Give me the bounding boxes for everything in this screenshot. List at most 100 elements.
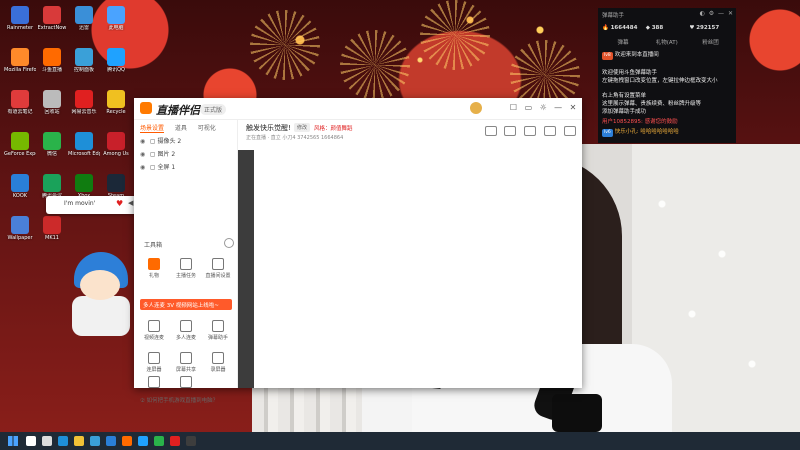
app-logo-icon [140,102,152,114]
desktop-icon[interactable]: GeForce Experience [4,130,36,168]
desktop-icon[interactable]: 此电脑 [100,4,132,42]
desktop-icon[interactable]: 回收站 [36,88,68,126]
tool-video-link[interactable]: 视频连麦 [140,320,168,341]
tab-props[interactable]: 道具 [175,123,187,132]
windows-start-icon[interactable] [8,436,18,446]
share-out-icon[interactable] [564,126,576,136]
tool-screen-share[interactable]: 屏幕共享 [172,352,200,373]
tool-multi-link[interactable]: 多人连麦 [172,320,200,341]
theme-icon[interactable]: ◐ [700,10,705,17]
danmu-message: 欢迎使用斗鱼弹幕助手 [602,70,658,76]
desktop-icon[interactable]: Recycle [100,88,132,126]
firework-decoration [250,10,320,80]
minimize-icon[interactable]: — [718,10,724,17]
taskbar-task-view-icon[interactable] [42,436,52,446]
eye-icon[interactable]: ◉ [140,138,148,145]
taskbar-search-icon[interactable] [26,436,36,446]
window-controls: ☐ ▭ ☼ — ✕ [507,103,579,113]
toolbox-title: 工具箱 [144,242,163,249]
tool-recorder[interactable]: 录屏器 [204,352,232,373]
taskbar-douyu-icon[interactable] [122,436,132,446]
toolbox-settings-icon[interactable] [224,238,234,248]
taskbar-obs-icon[interactable] [186,436,196,446]
window-control-icon[interactable]: ▭ [523,103,533,112]
desktop-icon[interactable]: 有道云笔记 [4,88,36,126]
app-icon [107,48,125,66]
taskbar-explorer-icon[interactable] [74,436,84,446]
desktop-icon[interactable]: Among Us [100,130,132,168]
rank-value: ◆ 388 [645,25,664,31]
minimize-icon[interactable]: — [553,103,563,112]
tab-fans[interactable]: 粉丝团 [690,38,732,46]
share-icon[interactable] [484,126,497,136]
taskbar-wechat-icon[interactable] [154,436,164,446]
desktop-icon[interactable]: 斗鱼直播 [36,46,68,84]
desktop-icon[interactable]: 微信 [36,130,68,168]
multi-link-icon [180,320,192,332]
version-badge[interactable]: 正式版 [200,104,227,115]
desktop-icon[interactable]: ExtractNow [36,4,68,42]
tool-gift[interactable]: 礼物 [140,258,168,279]
user-avatar[interactable] [470,102,482,114]
danmu-controls: ◐ ⚙ — ✕ [698,10,733,17]
desktop-icon[interactable]: 控制面板 [68,46,100,84]
desktop-icon[interactable]: KOOK [4,172,36,210]
game-icon [180,376,192,388]
app-icon [107,90,125,108]
tool-music[interactable] [140,376,168,388]
tab-danmu[interactable]: 弹幕 [602,38,644,46]
close-icon[interactable]: ✕ [568,103,578,112]
tool-room-settings[interactable]: 直播间设置 [204,258,232,279]
desktop-icon[interactable]: 网易云音乐 [68,88,100,126]
desktop-icon[interactable]: 迅雷 [68,4,100,42]
hot-value: 🔥 1664484 [602,25,638,31]
scene-item[interactable]: ◉ ▢ 全屏 1 [140,162,234,174]
desktop-icon[interactable]: MK11 [36,214,68,252]
heart-icon[interactable]: ♥ [116,199,123,208]
firework-decoration [420,0,490,70]
tool-screen-link[interactable]: 连屏器 [140,352,168,373]
taskbar-edge-icon[interactable] [58,436,68,446]
desktop-icon[interactable]: Wallpaper [4,214,36,252]
lock-icon[interactable] [504,126,517,136]
help-question-link[interactable]: ② 如何把手机游戏直播到电脑？ [140,396,218,404]
eye-icon[interactable]: ◉ [140,151,148,158]
edit-title-button[interactable]: 修改 [294,123,311,132]
tool-danmu-helper[interactable]: 弹幕助手 [204,320,232,341]
app-icon [43,6,61,24]
desktop-icon-label: 有道云笔记 [7,109,33,115]
app-icon [107,6,125,24]
promo-banner[interactable]: 多人连麦 3V 视频网站上线啦~ [140,299,232,310]
taskbar-mail-icon[interactable] [106,436,116,446]
tab-visual[interactable]: 可视化 [198,123,216,132]
desktop-icon[interactable]: Mozilla Firefox [4,46,36,84]
gear-icon[interactable] [544,126,557,136]
taskbar-store-icon[interactable] [90,436,100,446]
scene-item[interactable]: ◉ ▢ 图片 2 [140,149,234,161]
scene-label: 全屏 1 [157,164,176,171]
eye-icon[interactable]: ◉ [140,164,148,171]
tab-scene-settings[interactable]: 场景设置 [140,123,165,133]
live-category-tag[interactable]: 风格：颜值舞蹈 [314,124,353,132]
scene-item[interactable]: ◉ ▢ 摄像头 2 [140,136,234,148]
main-toolbar [480,126,576,139]
desktop-icon[interactable]: Rainmeter [4,4,36,42]
danmu-tabs: 弹幕 礼物(AT) 粉丝团 [602,38,732,46]
taskbar-qq-icon[interactable] [138,436,148,446]
window-control-icon[interactable]: ☐ [509,103,519,112]
gear-icon[interactable]: ⚙ [709,10,714,17]
desktop-icon[interactable]: 腾讯QQ [100,46,132,84]
tool-task[interactable]: 主播任务 [172,258,200,279]
bell-icon[interactable] [524,126,537,136]
taskbar-netease-icon[interactable] [170,436,180,446]
desktop-icon[interactable]: Microsoft Edge [68,130,100,168]
app-icon [43,174,61,192]
music-icon [148,376,160,388]
tab-gift[interactable]: 礼物(AT) [646,38,688,46]
scene-label: 图片 2 [157,151,176,158]
app-icon [11,132,29,150]
settings-icon[interactable]: ☼ [538,103,548,112]
desktop-icon-label: Wallpaper [7,235,33,241]
close-icon[interactable]: ✕ [728,10,733,17]
tool-game[interactable] [172,376,200,388]
